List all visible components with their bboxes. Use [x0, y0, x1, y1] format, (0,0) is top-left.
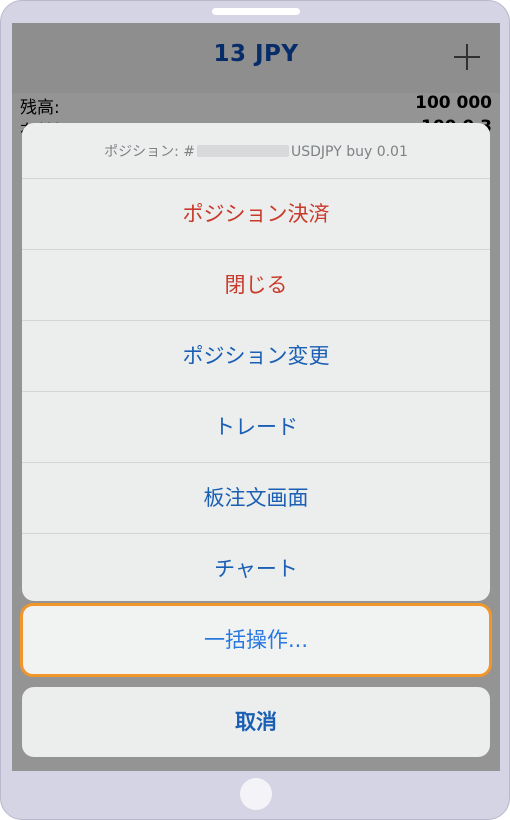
home-button[interactable]: [240, 778, 272, 810]
depth-of-market-button[interactable]: 板注文画面: [22, 463, 490, 534]
cancel-button[interactable]: 取消: [22, 687, 490, 757]
close-position-button[interactable]: ポジション決済: [22, 179, 490, 250]
action-sheet-header: ポジション: # USDJPY buy 0.01: [22, 123, 490, 179]
action-sheet: ポジション: # USDJPY buy 0.01 ポジション決済 閉じる ポジショ…: [22, 123, 490, 601]
phone-frame: 13 JPY 残高: 100 000 有効証 100 0 3 ポジション: #U…: [0, 0, 510, 820]
trade-button[interactable]: トレード: [22, 392, 490, 463]
modify-position-button[interactable]: ポジション変更: [22, 321, 490, 392]
phone-screen: 13 JPY 残高: 100 000 有効証 100 0 3 ポジション: #U…: [12, 23, 500, 771]
position-prefix: ポジション: #: [104, 144, 196, 160]
chart-button[interactable]: チャート: [22, 534, 490, 601]
bulk-operations-button[interactable]: 一括操作...: [20, 603, 492, 677]
masked-position-id: [197, 145, 290, 157]
position-summary: USDJPY buy 0.01: [291, 144, 408, 160]
speaker-grille: [212, 8, 300, 15]
close-button[interactable]: 閉じる: [22, 250, 490, 321]
